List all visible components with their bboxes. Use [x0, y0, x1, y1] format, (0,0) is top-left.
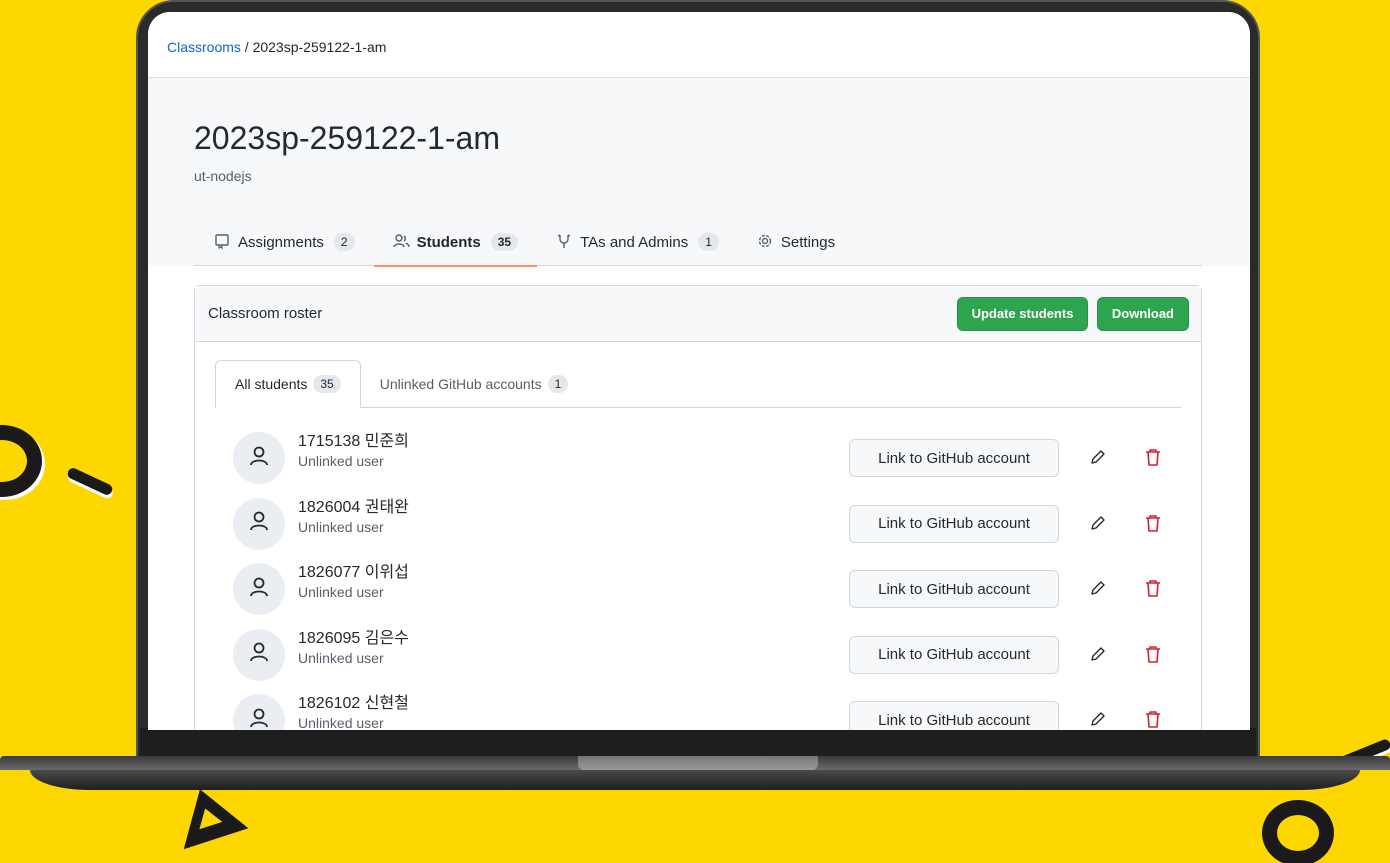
page-title: 2023sp-259122-1-am — [194, 120, 500, 156]
tab-count: 35 — [490, 233, 519, 251]
pencil-icon[interactable] — [1089, 710, 1107, 730]
subtab-count: 1 — [547, 374, 569, 393]
subtab-count: 35 — [313, 375, 341, 393]
link-github-button[interactable]: Link to GitHub account — [849, 701, 1059, 730]
student-row: 1826095 김은수 Unlinked user Link to GitHub… — [233, 621, 1173, 687]
person-icon — [248, 445, 270, 472]
classroom-header: 2023sp-259122-1-am ut-nodejs Assignments… — [148, 78, 1250, 267]
breadcrumb-current: 2023sp-259122-1-am — [252, 39, 387, 55]
classroom-roster: Classroom roster Update students Downloa… — [194, 285, 1202, 730]
download-button[interactable]: Download — [1096, 296, 1189, 331]
link-github-button[interactable]: Link to GitHub account — [849, 635, 1059, 674]
subtab-label: Unlinked GitHub accounts — [379, 375, 542, 392]
trash-icon[interactable] — [1144, 644, 1162, 669]
pencil-icon[interactable] — [1089, 645, 1107, 668]
tab-students[interactable]: Students 35 — [373, 218, 538, 267]
subtab-all-students[interactable]: All students 35 — [215, 360, 361, 408]
link-github-button[interactable]: Link to GitHub account — [849, 570, 1059, 608]
tab-label: TAs and Admins — [580, 233, 689, 251]
tab-label: Settings — [780, 233, 836, 251]
student-row: 1715138 민준희 Unlinked user Link to GitHub… — [233, 424, 1173, 490]
organization-name: ut-nodejs — [194, 168, 252, 184]
student-row: 1826004 권태완 Unlinked user Link to GitHub… — [233, 490, 1173, 556]
person-icon — [248, 641, 270, 668]
tab-count: 1 — [698, 233, 719, 251]
student-status: Unlinked user — [298, 715, 384, 730]
trash-icon[interactable] — [1144, 709, 1162, 730]
link-github-button[interactable]: Link to GitHub account — [849, 439, 1059, 477]
screen: Classrooms / 2023sp-259122-1-am 2023sp-2… — [148, 12, 1250, 730]
student-status: Unlinked user — [298, 584, 384, 600]
avatar — [233, 628, 285, 681]
person-icon — [248, 576, 270, 603]
classroom-tabs: Assignments 2 Students 35 TAs and Admins… — [194, 218, 1202, 267]
subtab-label: All students — [235, 376, 308, 392]
breadcrumb-separator: / — [240, 39, 253, 55]
roster-title: Classroom roster — [208, 305, 323, 322]
student-name: 1826095 김은수 — [298, 629, 409, 647]
pencil-icon[interactable] — [1089, 448, 1107, 471]
mortarboard-icon — [556, 233, 572, 252]
student-row: 1826102 신현철 Unlinked user Link to GitHub… — [233, 686, 1173, 730]
pencil-icon[interactable] — [1089, 579, 1107, 602]
link-github-button[interactable]: Link to GitHub account — [849, 504, 1059, 543]
notebook-icon — [214, 233, 230, 252]
tab-assignments[interactable]: Assignments 2 — [194, 218, 374, 266]
trash-icon[interactable] — [1144, 578, 1162, 603]
student-list: 1715138 민준희 Unlinked user Link to GitHub… — [233, 424, 1173, 730]
avatar — [233, 432, 285, 484]
decorative-ring-right — [1262, 800, 1334, 863]
pencil-icon[interactable] — [1089, 514, 1107, 537]
student-name: 1826004 권태완 — [298, 498, 409, 516]
student-status: Unlinked user — [298, 649, 384, 666]
avatar — [233, 694, 285, 730]
person-icon — [248, 510, 270, 537]
student-row: 1826077 이위섭 Unlinked user Link to GitHub… — [233, 555, 1173, 621]
people-icon — [392, 233, 410, 252]
trash-icon[interactable] — [1144, 513, 1162, 538]
breadcrumb-classrooms-link[interactable]: Classrooms — [167, 39, 241, 55]
trash-icon[interactable] — [1144, 447, 1162, 472]
tab-label: Students — [416, 233, 481, 251]
student-name: 1715138 민준희 — [298, 433, 409, 450]
decorative-ring-left — [0, 425, 42, 497]
student-status: Unlinked user — [298, 453, 384, 469]
student-status: Unlinked user — [298, 518, 384, 535]
laptop-hinge — [578, 756, 818, 770]
person-icon — [248, 707, 270, 731]
tab-tas-and-admins[interactable]: TAs and Admins 1 — [537, 218, 738, 266]
roster-subtabs: All students 35 Unlinked GitHub accounts… — [215, 360, 1181, 408]
student-name: 1826077 이위섭 — [298, 564, 409, 581]
roster-header: Classroom roster Update students Downloa… — [195, 286, 1201, 342]
subtab-unlinked-accounts[interactable]: Unlinked GitHub accounts 1 — [361, 360, 588, 407]
breadcrumb: Classrooms / 2023sp-259122-1-am — [148, 12, 1250, 78]
decorative-dash-left — [65, 466, 115, 497]
tab-count: 2 — [333, 233, 355, 251]
tab-label: Assignments — [238, 233, 324, 251]
gear-icon — [757, 233, 773, 252]
roster-actions: Update students Download — [953, 296, 1189, 331]
student-name: 1826102 신현철 — [298, 695, 409, 712]
update-students-button[interactable]: Update students — [956, 296, 1089, 331]
avatar — [233, 497, 285, 550]
avatar — [233, 563, 285, 615]
laptop-base-lower — [30, 770, 1360, 790]
tab-settings[interactable]: Settings — [738, 218, 854, 266]
